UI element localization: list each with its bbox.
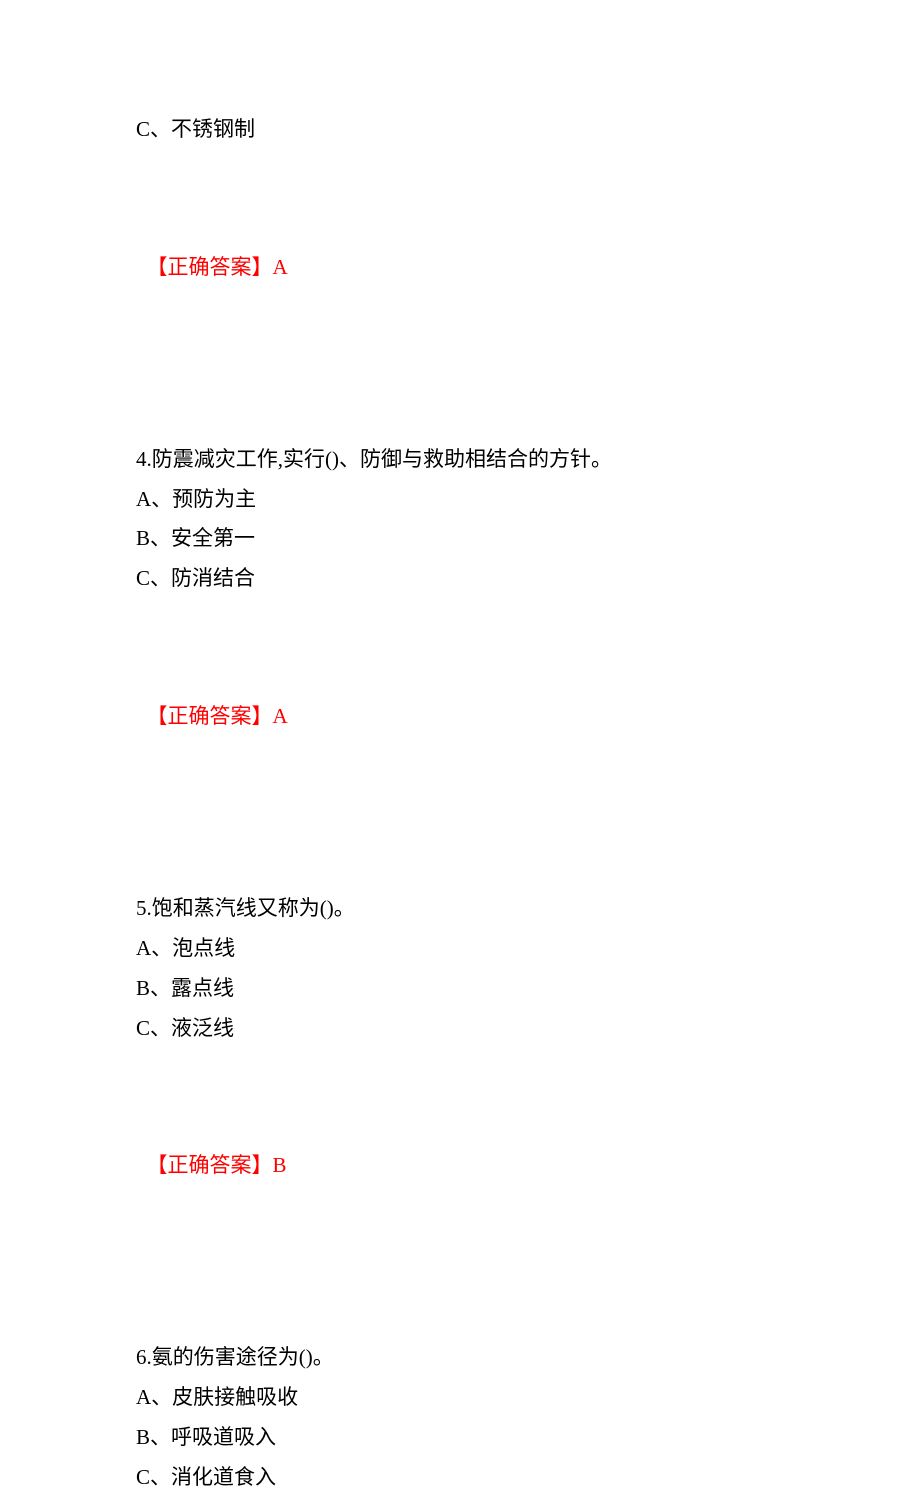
- q5-answer: 【正确答案】B: [136, 1107, 784, 1187]
- q4-option-c: C、防消结合: [136, 559, 784, 599]
- q4-answer-label: 【正确答案】: [147, 704, 273, 728]
- q6-option-a: A、皮肤接触吸收: [136, 1378, 784, 1418]
- q3-answer-label: 【正确答案】: [147, 255, 273, 279]
- q3-option-c: C、不锈钢制: [136, 110, 784, 150]
- q6-stem: 6.氨的伤害途径为()。: [136, 1338, 784, 1378]
- q6-option-b: B、呼吸道吸入: [136, 1418, 784, 1458]
- q5-answer-label: 【正确答案】: [147, 1153, 273, 1177]
- q6-option-c: C、消化道食入: [136, 1458, 784, 1498]
- q5-answer-value: B: [273, 1153, 287, 1177]
- q4-stem: 4.防震减灾工作,实行()、防御与救助相结合的方针。: [136, 440, 784, 480]
- q3-answer: 【正确答案】A: [136, 208, 784, 288]
- q5-option-b: B、露点线: [136, 969, 784, 1009]
- q4-answer: 【正确答案】A: [136, 657, 784, 737]
- q4-option-a: A、预防为主: [136, 480, 784, 520]
- q5-option-a: A、泡点线: [136, 929, 784, 969]
- q3-answer-value: A: [273, 255, 288, 279]
- q4-option-b: B、安全第一: [136, 519, 784, 559]
- q4-answer-value: A: [273, 704, 288, 728]
- q5-option-c: C、液泛线: [136, 1009, 784, 1049]
- q5-stem: 5.饱和蒸汽线又称为()。: [136, 889, 784, 929]
